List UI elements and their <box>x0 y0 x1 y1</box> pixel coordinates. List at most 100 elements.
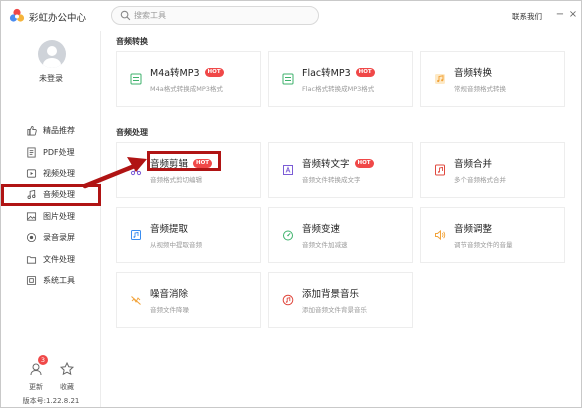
search-input[interactable] <box>134 9 309 22</box>
image-icon <box>26 212 37 221</box>
section-title-audio-convert: 音频转换 <box>116 37 148 46</box>
card-description: 从视频中提取音频 <box>150 241 202 249</box>
sidebar-nav: 精品推荐 PDF处理 视频处理 音频处理 图片处理 录音录屏 文件处理 系统工具 <box>1 120 101 291</box>
highlight-box <box>147 151 221 171</box>
volume-adjust-icon <box>435 229 446 241</box>
main-content: 音频转换 M4a转MP3 HOT M4a格式转换成MP3格式 Flac转MP3 HO… <box>102 31 581 407</box>
card-title: 添加背景音乐 <box>302 286 359 300</box>
audio-to-text-icon <box>283 165 293 175</box>
sidebar-item-recording[interactable]: 录音录屏 <box>1 227 101 248</box>
card-description: 调节音频文件的音量 <box>454 241 513 249</box>
card-title-text: M4a转MP3 <box>150 68 200 79</box>
sidebar-item-label: PDF处理 <box>43 147 75 157</box>
card-description: 音频文件加减速 <box>302 241 348 249</box>
audio-cut-icon <box>130 164 142 176</box>
app-window: 彩虹办公中心 联系我们 − × 未登录 精品推荐 <box>0 0 582 408</box>
sidebar-item-label: 录音录屏 <box>43 233 75 243</box>
sidebar-item-image[interactable]: 图片处理 <box>1 206 101 227</box>
section-title-audio-process: 音频处理 <box>116 128 148 137</box>
minimize-button[interactable]: − <box>554 9 566 21</box>
card-title: Flac转MP3 HOT <box>302 65 375 79</box>
card-title: 音频提取 <box>150 221 188 235</box>
hot-badge: HOT <box>355 67 375 77</box>
version-label: 版本号:1.22.8.21 <box>22 397 80 405</box>
update-count-badge: 3 <box>38 355 48 365</box>
update-label: 更新 <box>29 383 43 391</box>
update-button[interactable]: 3 更新 <box>21 355 51 392</box>
card-title: 噪音消除 <box>150 286 188 300</box>
pdf-icon <box>27 147 36 158</box>
sidebar-item-recommended[interactable]: 精品推荐 <box>1 120 101 141</box>
audio-merge-icon <box>435 164 445 176</box>
card-description: 音频文件转换成文字 <box>302 176 361 184</box>
card-description: Flac格式转换成MP3格式 <box>302 85 375 93</box>
card-description: 多个音频格式合并 <box>454 176 506 184</box>
login-status[interactable]: 未登录 <box>1 73 101 84</box>
card-title: 音频合并 <box>454 156 492 170</box>
card-title: M4a转MP3 HOT <box>150 65 224 79</box>
sidebar-item-label: 精品推荐 <box>43 126 75 136</box>
card-audio-extract[interactable]: 音频提取 从视频中提取音频 <box>116 207 261 263</box>
app-logo-icon <box>9 8 25 22</box>
thumbs-up-icon <box>27 126 37 136</box>
sidebar-item-label: 音频处理 <box>43 190 75 200</box>
sidebar-item-system[interactable]: 系统工具 <box>1 270 101 291</box>
card-title-text: 音频转文字 <box>302 159 350 170</box>
card-flac-to-mp3[interactable]: Flac转MP3 HOT Flac格式转换成MP3格式 <box>268 51 413 107</box>
title-bar: 彩虹办公中心 联系我们 − × <box>1 1 581 31</box>
card-title: 音频变速 <box>302 221 340 235</box>
user-icon <box>43 46 61 68</box>
card-audio-to-text[interactable]: 音频转文字 HOT 音频文件转换成文字 <box>268 142 413 198</box>
sidebar-item-label: 图片处理 <box>43 211 75 221</box>
sidebar-item-label: 视频处理 <box>43 168 75 178</box>
sidebar-item-label: 文件处理 <box>43 254 75 264</box>
card-description: 音频文件降噪 <box>150 306 189 314</box>
sidebar-item-files[interactable]: 文件处理 <box>1 248 101 269</box>
card-title: 音频调整 <box>454 221 492 235</box>
card-title: 音频转换 <box>454 65 492 79</box>
card-title-text: 音频提取 <box>150 224 189 235</box>
hot-badge: HOT <box>204 67 224 77</box>
audio-speed-icon <box>283 230 293 241</box>
hot-badge: HOT <box>354 158 374 168</box>
sidebar-item-audio[interactable]: 音频处理 <box>1 184 101 206</box>
card-title-text: 音频合并 <box>454 159 493 170</box>
close-button[interactable]: × <box>567 9 579 21</box>
card-description: 音频格式剪切编辑 <box>150 176 202 184</box>
folder-icon <box>26 255 37 264</box>
sidebar: 未登录 精品推荐 PDF处理 视频处理 音频处理 图片处理 录音录屏 文件处理 … <box>1 31 101 407</box>
card-title-text: 音频调整 <box>454 224 493 235</box>
favorite-button[interactable]: 收藏 <box>52 361 82 392</box>
search-icon <box>120 10 131 21</box>
card-m4a-to-mp3[interactable]: M4a转MP3 HOT M4a格式转换成MP3格式 <box>116 51 261 107</box>
m4a-convert-icon <box>130 73 142 85</box>
card-volume-adjust[interactable]: 音频调整 调节音频文件的音量 <box>420 207 565 263</box>
favorite-label: 收藏 <box>60 383 74 391</box>
avatar[interactable] <box>38 40 66 68</box>
card-title: 音频转文字 HOT <box>302 156 374 170</box>
sidebar-item-label: 系统工具 <box>43 275 75 285</box>
card-title-text: 音频变速 <box>302 224 341 235</box>
sidebar-item-pdf[interactable]: PDF处理 <box>1 141 101 162</box>
card-description: M4a格式转换成MP3格式 <box>150 85 223 93</box>
app-title: 彩虹办公中心 <box>29 13 87 24</box>
card-noise-remove[interactable]: 噪音消除 音频文件降噪 <box>116 272 261 328</box>
card-audio-convert[interactable]: 音频转换 常规音频格式转换 <box>420 51 565 107</box>
contact-us-link[interactable]: 联系我们 <box>512 11 542 22</box>
card-add-bgm[interactable]: 添加背景音乐 添加音频文件背景音乐 <box>268 272 413 328</box>
noise-remove-icon <box>131 296 141 305</box>
add-bgm-icon <box>282 294 294 306</box>
record-icon <box>26 233 37 243</box>
star-icon <box>59 361 75 376</box>
card-audio-merge[interactable]: 音频合并 多个音频格式合并 <box>420 142 565 198</box>
bottom-tools: 3 更新 收藏 <box>1 355 101 401</box>
music-icon <box>27 190 36 200</box>
card-title-text: 噪音消除 <box>150 289 189 300</box>
audio-extract-icon <box>131 230 141 240</box>
card-audio-speed[interactable]: 音频变速 音频文件加减速 <box>268 207 413 263</box>
card-description: 常规音频格式转换 <box>454 85 506 93</box>
card-title-text: Flac转MP3 <box>302 68 351 79</box>
search-box[interactable] <box>111 6 319 25</box>
sidebar-item-video[interactable]: 视频处理 <box>1 163 101 184</box>
card-title-text: 添加背景音乐 <box>302 289 360 300</box>
